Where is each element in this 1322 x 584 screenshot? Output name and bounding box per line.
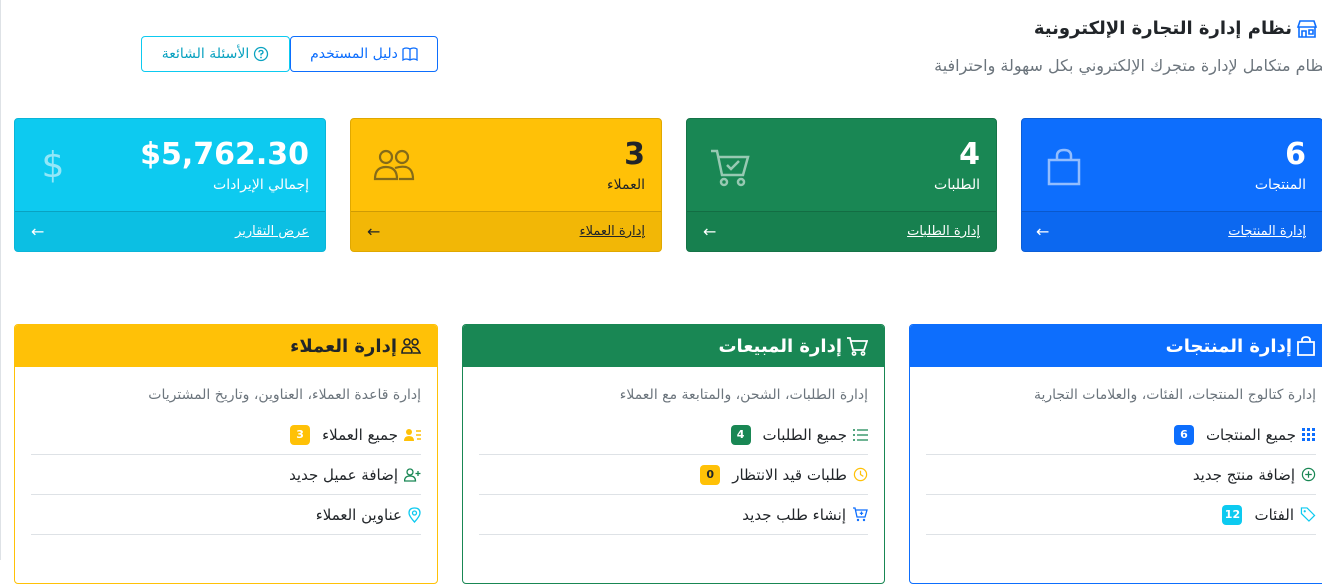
- page-subtitle: نظام متكامل لإدارة متجرك الإلكتروني بكل …: [934, 56, 1322, 75]
- customers-panel-desc: إدارة قاعدة العملاء، العناوين، وتاريخ ال…: [148, 387, 421, 403]
- view-reports-link[interactable]: عرض التقارير: [235, 224, 309, 239]
- person-plus-icon: [404, 467, 421, 482]
- products-panel-desc: إدارة كتالوج المنتجات، الفئات، والعلامات…: [1034, 387, 1316, 403]
- dollar-icon: $: [39, 145, 67, 185]
- stat-card-revenue: $5,762.30 إجمالي الإيرادات $ عرض التقاري…: [14, 118, 326, 252]
- sales-panel-header: إدارة المبيعات: [463, 325, 884, 367]
- cart-check-icon: [709, 147, 751, 187]
- arrow-left-icon: ←: [703, 222, 717, 241]
- list-item[interactable]: جميع العملاء 3: [31, 415, 421, 455]
- list-item-label: جميع الطلبات: [762, 425, 847, 444]
- list-item[interactable]: عناوين العملاء: [31, 495, 421, 535]
- customers-panel-header: إدارة العملاء: [15, 325, 437, 367]
- list-item-label: إضافة عميل جديد: [289, 465, 398, 484]
- stat-card-customers: 3 العملاء إدارة العملاء ←: [350, 118, 662, 252]
- count-badge: 6: [1173, 424, 1194, 445]
- count-badge: 0: [700, 464, 721, 485]
- shop-icon: [1296, 19, 1318, 39]
- people-icon: [401, 337, 421, 355]
- stat-orders-label: الطلبات: [934, 177, 980, 193]
- products-panel-header: إدارة المنتجات: [910, 325, 1322, 367]
- arrow-left-icon: ←: [31, 222, 45, 241]
- sales-panel-desc: إدارة الطلبات، الشحن، والمتابعة مع العمل…: [619, 387, 868, 403]
- cart-icon: [846, 336, 868, 356]
- faq-button[interactable]: الأسئلة الشائعة: [141, 36, 290, 72]
- list-item-label: الفئات: [1254, 505, 1294, 524]
- stat-revenue-label: إجمالي الإيرادات: [213, 177, 309, 193]
- stat-orders-value: 4: [959, 137, 980, 172]
- user-guide-button[interactable]: دليل المستخدم: [290, 36, 438, 72]
- products-panel: إدارة المنتجات إدارة كتالوج المنتجات، ال…: [909, 324, 1322, 584]
- book-icon: [402, 47, 418, 61]
- list-item[interactable]: طلبات قيد الانتظار 0: [479, 455, 868, 495]
- person-lines-icon: [404, 428, 421, 442]
- list-item[interactable]: الفئات 12: [926, 495, 1316, 535]
- customers-panel: إدارة العملاء إدارة قاعدة العملاء، العنا…: [14, 324, 438, 584]
- manage-orders-link[interactable]: إدارة الطلبات: [907, 224, 980, 239]
- stat-card-products: 6 المنتجات إدارة المنتجات ←: [1021, 118, 1322, 252]
- page-title-text: نظام إدارة التجارة الإلكترونية: [1033, 18, 1292, 39]
- arrow-left-icon: ←: [1036, 222, 1050, 241]
- bag-icon: [1296, 336, 1316, 356]
- svg-text:$: $: [42, 145, 65, 185]
- list-icon: [853, 428, 868, 441]
- user-guide-label: دليل المستخدم: [310, 46, 398, 62]
- clock-icon: [853, 467, 868, 482]
- plus-circle-icon: [1301, 467, 1316, 482]
- faq-label: الأسئلة الشائعة: [161, 46, 250, 62]
- list-item[interactable]: جميع المنتجات 6: [926, 415, 1316, 455]
- people-icon: [373, 147, 415, 183]
- count-badge: 4: [730, 424, 751, 445]
- arrow-left-icon: ←: [367, 222, 381, 241]
- manage-products-link[interactable]: إدارة المنتجات: [1228, 224, 1306, 239]
- stat-products-value: 6: [1285, 137, 1306, 172]
- page-title: نظام إدارة التجارة الإلكترونية: [1034, 18, 1318, 39]
- shopping-bag-icon: [1044, 147, 1084, 187]
- list-item[interactable]: إضافة منتج جديد: [926, 455, 1316, 495]
- list-item-label: طلبات قيد الانتظار: [732, 465, 847, 484]
- customers-panel-title: إدارة العملاء: [290, 335, 397, 357]
- question-circle-icon: [253, 46, 269, 62]
- grid-icon: [1302, 427, 1316, 442]
- list-item-label: جميع العملاء: [322, 425, 398, 444]
- list-item[interactable]: جميع الطلبات 4: [479, 415, 868, 455]
- cart-plus-icon: [852, 507, 868, 522]
- list-item[interactable]: إضافة عميل جديد: [31, 455, 421, 495]
- count-badge: 12: [1222, 504, 1243, 525]
- geo-pin-icon: [408, 506, 421, 523]
- list-item-label: إنشاء طلب جديد: [742, 505, 846, 524]
- sales-panel: إدارة المبيعات إدارة الطلبات، الشحن، وال…: [462, 324, 885, 584]
- stat-customers-label: العملاء: [607, 177, 645, 193]
- tags-icon: [1300, 507, 1316, 522]
- stat-card-orders: 4 الطلبات إدارة الطلبات ←: [686, 118, 997, 252]
- stat-products-label: المنتجات: [1254, 177, 1306, 193]
- stat-revenue-value: $5,762.30: [140, 137, 309, 172]
- list-item-label: عناوين العملاء: [315, 505, 402, 524]
- manage-customers-link[interactable]: إدارة العملاء: [580, 224, 645, 239]
- list-item-label: إضافة منتج جديد: [1192, 465, 1295, 484]
- count-badge: 3: [290, 424, 311, 445]
- list-item[interactable]: إنشاء طلب جديد: [479, 495, 868, 535]
- products-panel-title: إدارة المنتجات: [1165, 335, 1292, 357]
- sales-panel-title: إدارة المبيعات: [718, 335, 842, 357]
- list-item-label: جميع المنتجات: [1205, 425, 1296, 444]
- stat-customers-value: 3: [624, 137, 645, 172]
